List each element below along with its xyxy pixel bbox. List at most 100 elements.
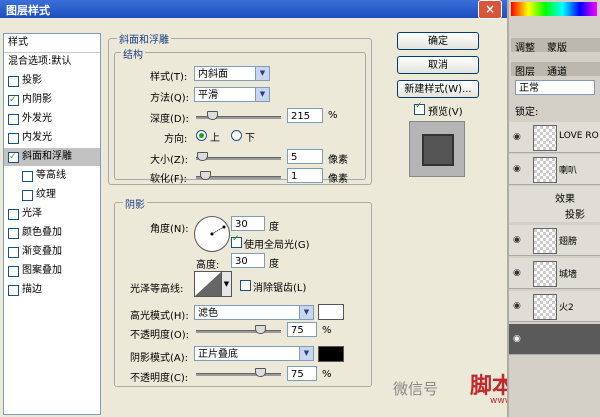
shadow-color-swatch[interactable]	[318, 346, 344, 362]
eye-icon[interactable]: ◉	[513, 301, 521, 311]
highlight-opacity-thumb[interactable]	[254, 325, 266, 334]
layer-name: 翅膀	[559, 237, 578, 247]
angle-input[interactable]: 30	[231, 216, 265, 231]
style-checkbox[interactable]	[8, 148, 19, 166]
tab-channels[interactable]: 通道	[547, 63, 567, 78]
style-list-item[interactable]: 颜色叠加	[4, 224, 100, 242]
style-checkbox[interactable]	[8, 285, 19, 296]
style-list-item[interactable]: 光泽	[4, 205, 100, 223]
style-list-item[interactable]: 斜面和浮雕	[4, 148, 100, 166]
eye-icon[interactable]: ◉	[513, 268, 521, 278]
style-checkbox[interactable]	[8, 228, 19, 239]
style-list-item[interactable]: 内阴影	[4, 91, 100, 109]
direction-up-radio[interactable]	[196, 130, 207, 141]
ok-button[interactable]: 确定	[397, 32, 479, 50]
angle-dial[interactable]	[194, 216, 230, 252]
eye-icon[interactable]: ◉	[513, 334, 521, 344]
size-slider-track[interactable]	[196, 157, 281, 160]
altitude-input[interactable]: 30	[231, 253, 265, 268]
layer-thumbnail	[533, 157, 557, 183]
cancel-button[interactable]: 取消	[397, 56, 479, 74]
depth-slider-thumb[interactable]	[207, 111, 218, 120]
layer-row[interactable]: ◉	[509, 324, 600, 355]
global-light-label: 使用全局光(G)	[244, 240, 310, 251]
style-checkbox[interactable]	[8, 133, 19, 144]
shadow-opacity-track[interactable]	[196, 373, 281, 376]
style-list-item[interactable]: 纹理	[4, 186, 100, 204]
eye-icon[interactable]: ◉	[513, 164, 521, 174]
technique-select[interactable]: 平滑 ▼	[194, 87, 270, 102]
style-checkbox[interactable]	[8, 266, 19, 277]
layer-thumbnail	[533, 294, 557, 320]
eye-icon[interactable]: ◉	[513, 235, 521, 245]
new-style-button[interactable]: 新建样式(W)...	[397, 80, 479, 98]
close-button[interactable]: ×	[478, 0, 502, 19]
layers-panel: 调整 蒙版 图层 通道 正常 锁定: ◉ LOVE RO ◉ 喇叭 效果 投影 …	[507, 0, 600, 417]
antialias-checkbox[interactable]	[240, 280, 251, 291]
layer-row[interactable]: ◉ 城墙	[509, 258, 600, 289]
style-select-value: 内斜面	[198, 69, 228, 80]
style-checkbox[interactable]	[22, 171, 33, 182]
style-checkbox[interactable]	[8, 91, 19, 109]
layer-row[interactable]: ◉ 火2	[509, 291, 600, 322]
highlight-mode-select[interactable]: 滤色 ▼	[194, 305, 314, 320]
layer-row[interactable]: ◉ 翅膀	[509, 225, 600, 256]
contour-dropdown-arrow[interactable]: ▼	[221, 271, 232, 297]
highlight-color-swatch[interactable]	[318, 304, 344, 320]
wechat-watermark: 微信号	[393, 380, 439, 398]
size-input[interactable]: 5	[287, 149, 323, 164]
style-preview-square	[422, 134, 454, 166]
tab-layers[interactable]: 图层	[515, 63, 535, 78]
style-list-item[interactable]: 外发光	[4, 110, 100, 128]
layer-style-dialog: 图层样式 × 样式 混合选项:默认投影内阴影外发光内发光斜面和浮雕等高线纹理光泽…	[0, 0, 558, 417]
size-slider-thumb[interactable]	[197, 152, 208, 161]
shadow-mode-select[interactable]: 正片叠底 ▼	[194, 346, 314, 361]
layer-row[interactable]: ◉ LOVE RO	[509, 122, 600, 153]
tab-adjustments[interactable]: 调整	[515, 39, 535, 54]
depth-input[interactable]: 215	[287, 108, 323, 123]
eye-icon[interactable]: ◉	[513, 132, 521, 142]
style-list-item[interactable]: 混合选项:默认	[4, 53, 100, 71]
gloss-contour-preview[interactable]	[194, 271, 222, 297]
effect-item[interactable]: 投影	[565, 206, 585, 221]
style-checkbox[interactable]	[8, 209, 19, 220]
style-list-item[interactable]: 内发光	[4, 129, 100, 147]
shadow-opacity-thumb[interactable]	[254, 368, 266, 377]
style-list-label: 外发光	[22, 113, 52, 124]
style-checkbox[interactable]	[8, 114, 19, 125]
shadow-opacity-unit: %	[322, 369, 332, 380]
depth-unit: %	[328, 110, 338, 121]
highlight-opacity-input[interactable]: 75	[287, 322, 317, 337]
style-checkbox[interactable]	[8, 247, 19, 258]
style-checkbox[interactable]	[22, 190, 33, 201]
highlight-opacity-track[interactable]	[196, 330, 281, 333]
title-bar[interactable]: 图层样式 ×	[0, 0, 507, 19]
soften-input[interactable]: 1	[287, 168, 323, 183]
style-list-item[interactable]: 等高线	[4, 167, 100, 185]
soften-slider-thumb[interactable]	[200, 171, 211, 180]
style-list-label: 图案叠加	[22, 265, 62, 276]
global-light-checkbox[interactable]	[231, 234, 242, 248]
style-checkbox[interactable]	[8, 76, 19, 87]
blend-mode-select[interactable]: 正常	[515, 80, 595, 95]
effects-label[interactable]: 效果	[555, 190, 575, 205]
color-spectrum-bar[interactable]	[511, 2, 597, 16]
technique-label: 方法(Q):	[150, 93, 190, 104]
style-list-item[interactable]: 渐变叠加	[4, 243, 100, 261]
direction-down-radio[interactable]	[231, 130, 242, 141]
style-list-item[interactable]: 投影	[4, 72, 100, 90]
layer-row[interactable]: ◉ 喇叭	[509, 154, 600, 185]
preview-checkbox[interactable]	[414, 101, 425, 115]
style-list-label: 内阴影	[22, 94, 52, 105]
style-list-item[interactable]: 图案叠加	[4, 262, 100, 280]
tab-masks[interactable]: 蒙版	[547, 39, 567, 54]
layer-name: LOVE RO	[559, 131, 599, 141]
layer-name: 火2	[559, 303, 574, 313]
chevron-down-icon: ▼	[299, 347, 313, 360]
shadow-opacity-input[interactable]: 75	[287, 366, 317, 381]
styles-list-header[interactable]: 样式	[4, 34, 100, 53]
style-select[interactable]: 内斜面 ▼	[194, 66, 270, 81]
style-list-item[interactable]: 描边	[4, 281, 100, 299]
lock-label: 锁定:	[515, 107, 539, 118]
shadow-mode-value: 正片叠底	[198, 349, 238, 360]
